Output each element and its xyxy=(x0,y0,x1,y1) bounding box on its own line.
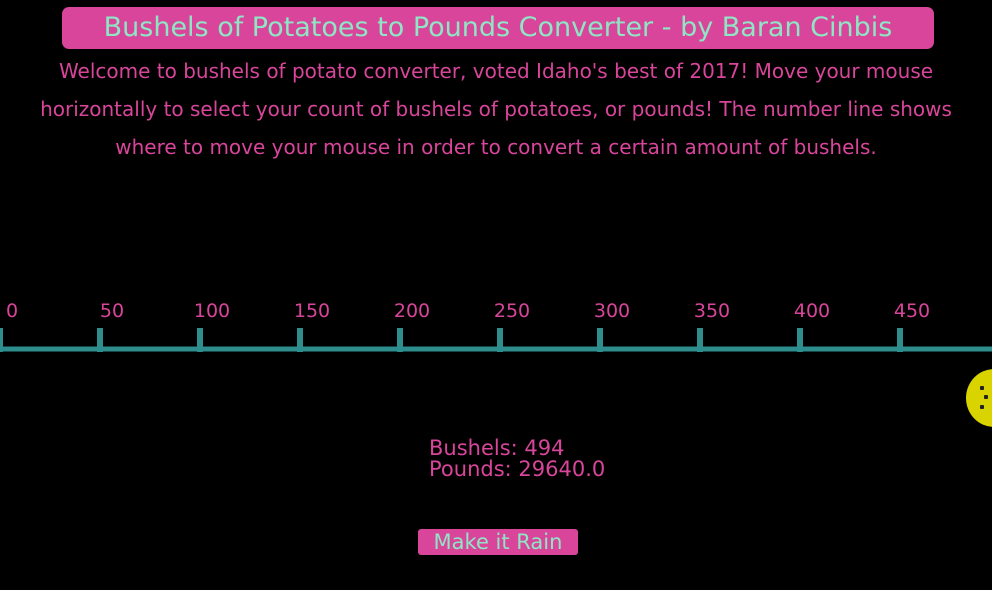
number-line: 0 50 100 150 200 250 300 350 400 450 xyxy=(0,300,992,352)
page-title: Bushels of Potatoes to Pounds Converter … xyxy=(62,7,934,49)
make-it-rain-button[interactable]: Make it Rain xyxy=(418,529,578,555)
number-line-tick-label: 300 xyxy=(594,300,630,322)
number-line-tick-label: 150 xyxy=(294,300,330,322)
potato-eye-icon xyxy=(980,386,984,390)
number-line-tick-label: 350 xyxy=(694,300,730,322)
number-line-ticks: 0 50 100 150 200 250 300 350 400 450 xyxy=(0,300,930,352)
conversion-readout: Bushels: 494 Pounds: 29640.0 xyxy=(429,438,605,480)
pounds-readout: Pounds: 29640.0 xyxy=(429,457,606,481)
bushels-readout: Bushels: 494 xyxy=(429,436,565,460)
number-line-tick-label: 0 xyxy=(6,300,18,322)
potato-icon xyxy=(966,369,992,427)
number-line-tick-label: 250 xyxy=(494,300,530,322)
number-line-tick-label: 50 xyxy=(100,300,124,322)
potato-eye-icon xyxy=(984,395,988,399)
number-line-tick-label: 200 xyxy=(394,300,430,322)
potato-eye-icon xyxy=(980,405,984,409)
number-line-tick-label: 100 xyxy=(194,300,230,322)
converter-canvas[interactable]: Bushels of Potatoes to Pounds Converter … xyxy=(0,0,992,590)
number-line-tick-label: 450 xyxy=(894,300,930,322)
number-line-tick-label: 400 xyxy=(794,300,830,322)
intro-text: Welcome to bushels of potato converter, … xyxy=(40,59,952,159)
